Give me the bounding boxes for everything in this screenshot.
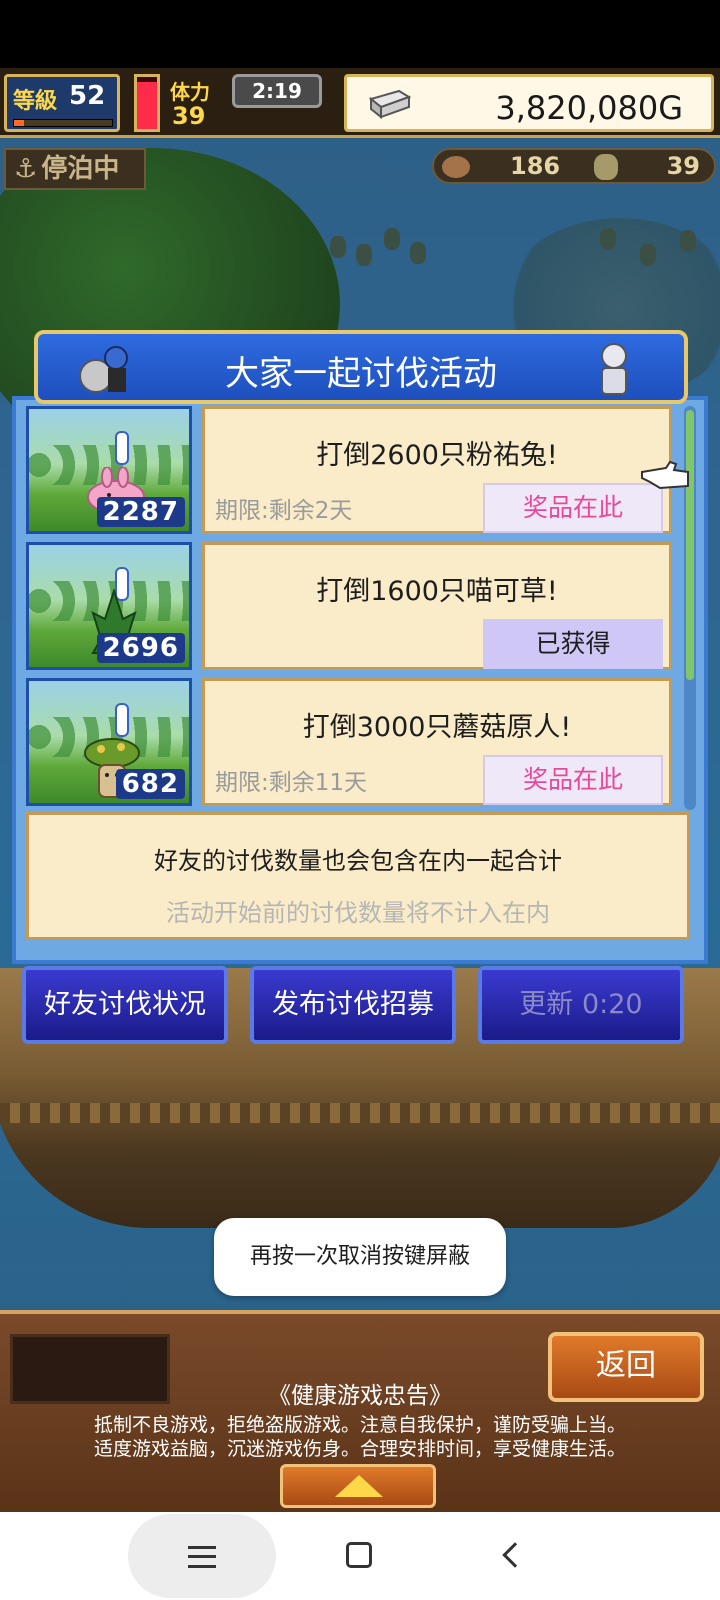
rock [384, 228, 400, 250]
quest-thumbnail: 682 [26, 678, 192, 806]
expand-button[interactable] [280, 1464, 436, 1508]
quest-card: 打倒2600只粉祐兔! 期限:剩余2天 奖品在此 [202, 406, 672, 534]
quest-title: 打倒3000只蘑菇原人! [302, 712, 572, 743]
exclamation-icon [115, 431, 129, 465]
note-line-2: 活动开始前的讨伐数量将不计入在内 [166, 899, 550, 927]
exp-bar-fill [14, 120, 24, 126]
prize-button[interactable]: 奖品在此 [483, 483, 663, 533]
refresh-button[interactable]: 更新 0:20 [478, 966, 684, 1044]
system-nav-bar [0, 1512, 720, 1600]
up-arrow-icon [335, 1475, 383, 1497]
meat-icon [442, 156, 470, 178]
rock [356, 244, 372, 266]
defeat-count: 682 [115, 769, 185, 799]
claimed-button[interactable]: 已获得 [483, 619, 663, 669]
quest-card: 打倒3000只蘑菇原人! 期限:剩余11天 奖品在此 [202, 678, 672, 806]
back-icon[interactable] [502, 1542, 528, 1568]
quest-row: 682 打倒3000只蘑菇原人! 期限:剩余11天 奖品在此 [26, 678, 676, 806]
event-dialog: 2287 打倒2600只粉祐兔! 期限:剩余2天 奖品在此 2696 打倒160… [12, 330, 708, 964]
coin-icon [594, 154, 618, 180]
dialog-body: 2287 打倒2600只粉祐兔! 期限:剩余2天 奖品在此 2696 打倒160… [12, 396, 708, 964]
rock [330, 236, 346, 258]
resource-bar: 186 39 [432, 148, 716, 184]
rock [640, 244, 656, 266]
gold-amount: 3,820,080G [495, 89, 683, 127]
recent-apps-button[interactable] [128, 1514, 276, 1598]
bottom-panel: 返回 《健康游戏忠告》 抵制不良游戏，拒绝盗版游戏。注意自我保护，谨防受骗上当。… [0, 1310, 720, 1512]
level-value: 52 [69, 81, 106, 111]
level-label: 等級 [13, 89, 58, 114]
ship-rail [0, 1103, 720, 1123]
toast-message: 再按一次取消按键屏蔽 [214, 1218, 506, 1296]
quest-card: 打倒1600只喵可草! 已获得 [202, 542, 672, 670]
scrollbar-thumb[interactable] [686, 410, 694, 680]
health-advice-line-2: 适度游戏益脑，沉迷游戏伤身。合理安排时间，享受健康生活。 [93, 1438, 626, 1460]
dialog-header: 大家一起讨伐活动 [34, 330, 688, 404]
publish-recruit-button[interactable]: 发布讨伐招募 [250, 966, 456, 1044]
quest-deadline: 期限:剩余2天 [215, 498, 353, 524]
defeat-count: 2696 [96, 633, 185, 663]
game-clock: 2:19 [232, 74, 322, 108]
stamina-value: 39 [172, 102, 206, 130]
quest-deadline: 期限:剩余11天 [215, 770, 368, 796]
resource-1-value: 186 [510, 152, 561, 180]
stamina-label: 体力 [170, 80, 210, 104]
status-bar [0, 0, 720, 68]
quest-thumbnail: 2696 [26, 542, 192, 670]
quest-thumbnail: 2287 [26, 406, 192, 534]
docked-label: 停泊中 [41, 154, 120, 184]
stamina-box: 体力 39 [166, 74, 226, 132]
silver-bar-icon [368, 89, 412, 119]
quest-title: 打倒2600只粉祐兔! [316, 440, 558, 471]
prize-button[interactable]: 奖品在此 [483, 755, 663, 805]
gold-box: 3,820,080G [344, 74, 714, 132]
top-hud: 等級 52 体力 39 2:19 3,820,080G [0, 68, 720, 138]
resource-2-value: 39 [666, 152, 700, 180]
rock [680, 230, 696, 252]
pointing-hand-icon [641, 460, 689, 490]
stamina-bar [134, 74, 160, 132]
event-note: 好友的讨伐数量也会包含在内一起合计 活动开始前的讨伐数量将不计入在内 [26, 812, 690, 940]
quest-title: 打倒1600只喵可草! [316, 576, 558, 607]
health-advice-title: 《健康游戏忠告》 [268, 1383, 452, 1409]
friends-status-button[interactable]: 好友讨伐状况 [22, 966, 228, 1044]
health-advice-line-1: 抵制不良游戏，拒绝盗版游戏。注意自我保护，谨防受骗上当。 [93, 1414, 626, 1436]
menu-icon [188, 1546, 216, 1568]
rock [600, 228, 616, 250]
docked-status[interactable]: ⚓ 停泊中 [4, 148, 146, 190]
home-icon[interactable] [346, 1542, 372, 1568]
sage-icon [601, 343, 627, 395]
stamina-bar-fill [137, 82, 157, 129]
anchor-icon: ⚓ [14, 154, 38, 184]
exclamation-icon [115, 703, 129, 737]
quest-row: 2287 打倒2600只粉祐兔! 期限:剩余2天 奖品在此 [26, 406, 676, 534]
note-line-1: 好友的讨伐数量也会包含在内一起合计 [154, 847, 562, 875]
defeat-count: 2287 [96, 497, 185, 527]
level-box: 等級 52 [4, 74, 120, 132]
rock [410, 242, 426, 264]
quest-row: 2696 打倒1600只喵可草! 已获得 [26, 542, 676, 670]
exp-bar [13, 119, 113, 127]
